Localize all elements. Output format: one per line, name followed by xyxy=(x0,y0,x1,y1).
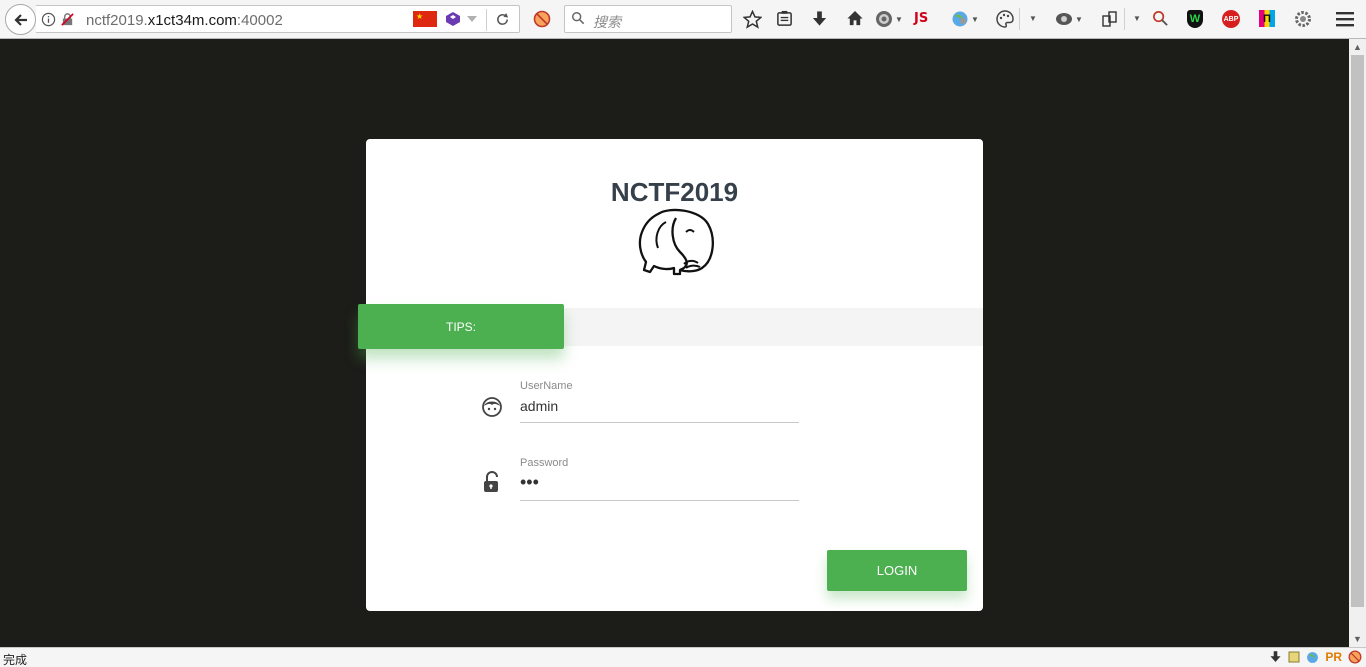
downloads-icon[interactable] xyxy=(811,10,828,28)
bookmark-star-icon[interactable] xyxy=(743,10,762,29)
password-field: Password xyxy=(520,457,799,501)
gear-icon[interactable] xyxy=(1294,10,1312,28)
status-download-icon[interactable] xyxy=(1269,650,1282,664)
status-icons: PR xyxy=(1269,650,1362,664)
arrow-left-icon xyxy=(13,13,27,26)
unlocked-padlock-icon xyxy=(484,471,498,492)
username-input[interactable] xyxy=(520,392,799,423)
home-icon[interactable] xyxy=(846,10,864,27)
back-button[interactable] xyxy=(5,4,36,35)
url-text[interactable]: nctf2019.x1ct34m.com:40002 xyxy=(86,12,283,29)
login-button[interactable]: LOGIN xyxy=(827,550,967,591)
share-dropdown-icon[interactable]: ▼ xyxy=(1131,14,1141,23)
url-bar[interactable]: nctf2019.x1ct34m.com:40002 ★ xyxy=(36,5,520,33)
username-label: UserName xyxy=(520,380,573,392)
site-info-icon[interactable] xyxy=(41,12,56,27)
insecure-connection-icon[interactable] xyxy=(60,12,75,27)
reading-list-icon[interactable] xyxy=(776,10,793,27)
globe-extension-icon[interactable]: ▼ xyxy=(875,10,903,28)
pi-extension-icon[interactable]: Π xyxy=(1259,10,1275,27)
login-card: NCTF2019 UserName Password LOGIN xyxy=(366,139,983,611)
url-dropdown-icon[interactable] xyxy=(466,13,478,25)
url-host: x1ct34m.com xyxy=(147,12,237,29)
reload-icon[interactable] xyxy=(495,12,510,27)
scroll-down-arrow-icon[interactable]: ▼ xyxy=(1349,631,1366,647)
eye-extension-icon[interactable]: ▼ xyxy=(1055,10,1083,28)
elephant-logo-icon xyxy=(638,208,714,276)
user-face-icon xyxy=(482,397,502,417)
tips-button[interactable]: TIPS: xyxy=(358,304,564,349)
url-prefix: nctf2019. xyxy=(86,12,148,29)
blocked-extension-icon[interactable] xyxy=(533,10,551,28)
hackbar-search-icon[interactable] xyxy=(1152,10,1169,27)
status-proxy-icon[interactable] xyxy=(1306,651,1319,664)
status-text: 完成 xyxy=(3,653,28,667)
browser-toolbar: nctf2019.x1ct34m.com:40002 ★ 搜索 ▼ JS ▼ ▼… xyxy=(0,0,1366,39)
password-input[interactable] xyxy=(520,469,799,501)
password-label: Password xyxy=(520,457,569,469)
card-title: NCTF2019 xyxy=(610,177,739,207)
adblock-plus-icon[interactable]: ABP xyxy=(1222,10,1240,28)
search-placeholder: 搜索 xyxy=(593,14,621,30)
status-bar: 完成 PR xyxy=(0,647,1366,667)
scroll-up-arrow-icon[interactable]: ▲ xyxy=(1349,39,1366,55)
scroll-thumb[interactable] xyxy=(1351,55,1364,607)
status-note-icon[interactable] xyxy=(1288,651,1300,663)
vertical-scrollbar[interactable]: ▲ ▼ xyxy=(1349,39,1366,647)
overflow-dropdown-icon[interactable]: ▼ xyxy=(1027,14,1037,23)
status-pr-icon[interactable]: PR xyxy=(1325,650,1342,664)
search-bar[interactable]: 搜索 xyxy=(564,5,732,33)
status-blocked-icon[interactable] xyxy=(1348,650,1362,664)
share-page-icon[interactable] xyxy=(1102,10,1118,28)
js-toggle-icon[interactable]: JS xyxy=(914,11,928,26)
shield-extension-icon[interactable]: W xyxy=(1187,10,1203,28)
proxy-extension-icon[interactable]: ▼ xyxy=(951,10,979,28)
menu-icon[interactable] xyxy=(1336,11,1354,27)
purple-cube-extension-icon[interactable] xyxy=(445,11,461,27)
china-flag-icon[interactable]: ★ xyxy=(413,11,437,27)
search-icon xyxy=(571,11,585,25)
url-port: :40002 xyxy=(236,12,283,29)
palette-icon[interactable] xyxy=(996,10,1014,28)
username-field: UserName xyxy=(520,380,799,423)
